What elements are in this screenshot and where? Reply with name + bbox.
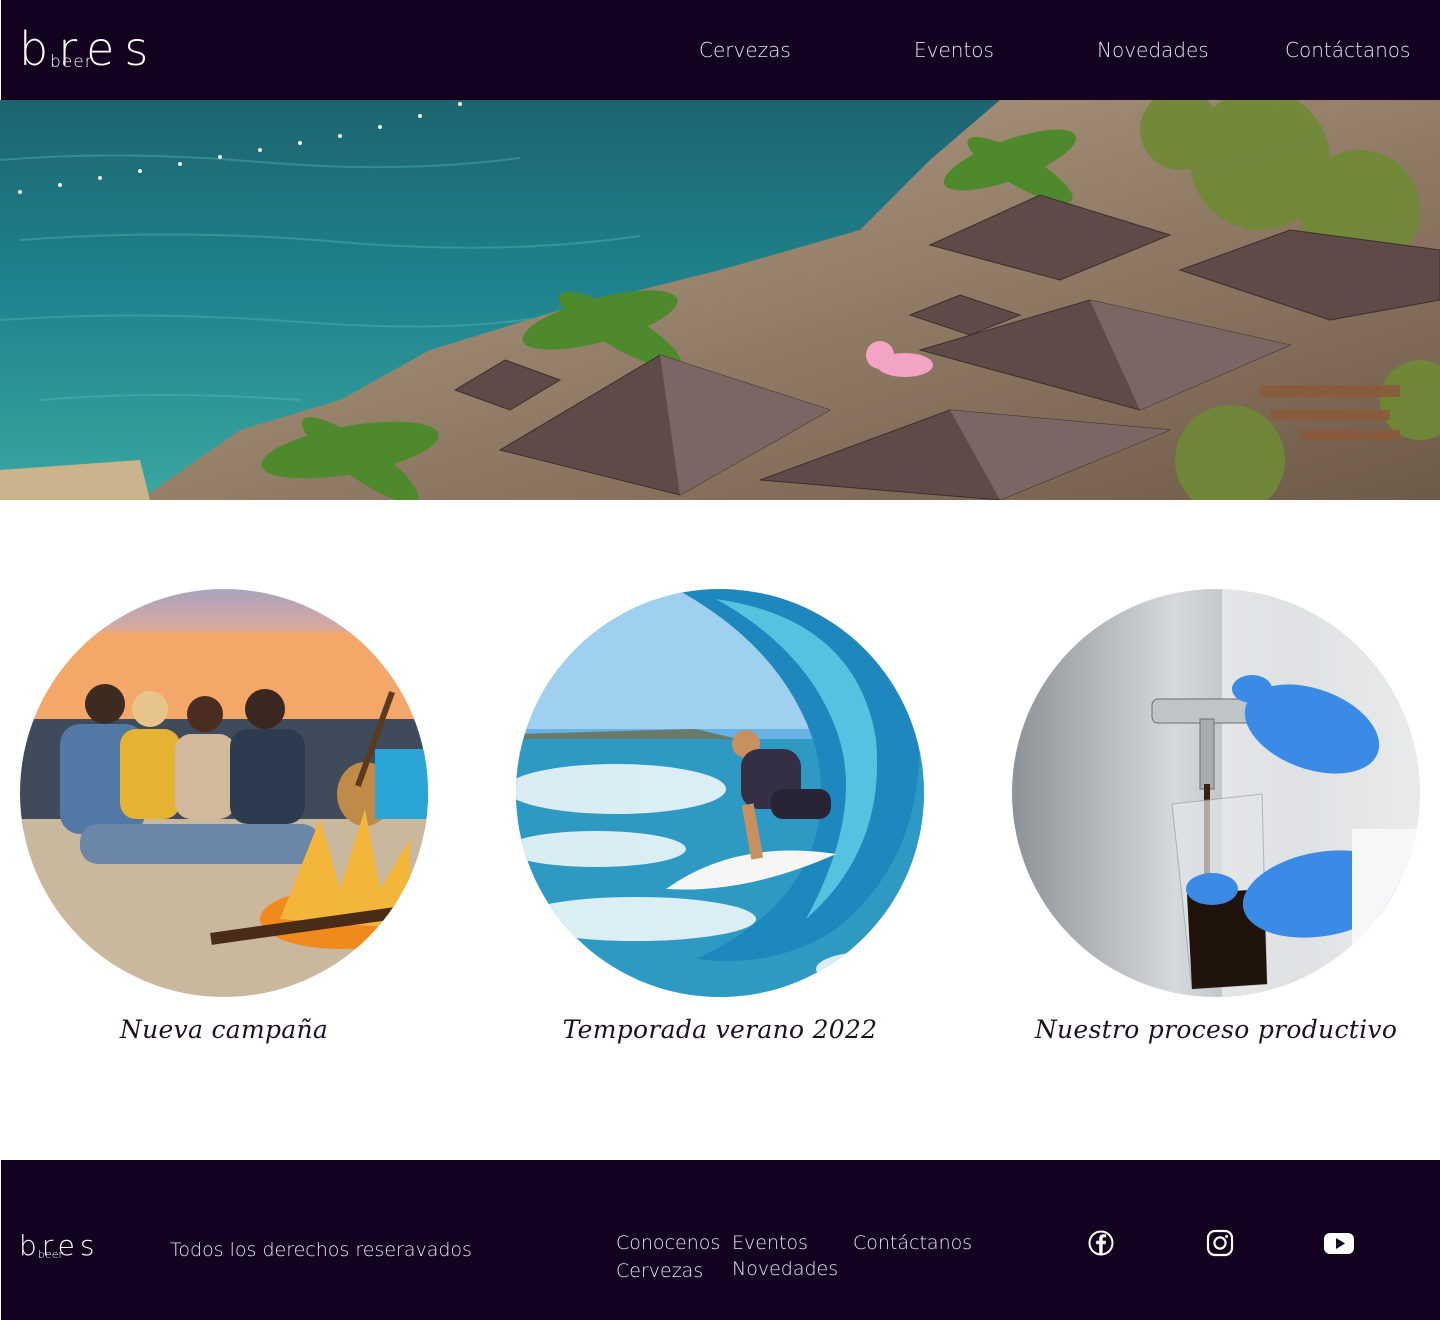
- facebook-icon[interactable]: [1086, 1228, 1116, 1258]
- beer-tap-image: [1012, 589, 1420, 997]
- copyright-text: Todos los derechos reseravados: [170, 1239, 472, 1261]
- footer-brand-logo[interactable]: bres beer: [19, 1232, 119, 1262]
- nav-eventos[interactable]: Eventos: [914, 38, 994, 62]
- instagram-icon[interactable]: [1205, 1228, 1235, 1258]
- footer-link-conocenos[interactable]: Conocenos: [616, 1231, 720, 1255]
- card-nueva-campana[interactable]: Nueva campaña: [20, 589, 428, 1044]
- card-proceso-productivo[interactable]: Nuestro proceso productivo: [1012, 589, 1420, 1044]
- surfer-wave-image: [516, 589, 924, 997]
- brand-sub: beer: [38, 1248, 64, 1261]
- campfire-friends-image: [20, 589, 428, 997]
- nav-novedades[interactable]: Novedades: [1097, 38, 1209, 62]
- brand-logo[interactable]: bres beer: [19, 26, 179, 74]
- site-footer: bres beer Todos los derechos reseravados…: [1, 1160, 1440, 1320]
- nav-contactanos[interactable]: Contáctanos: [1285, 38, 1410, 62]
- beach-umbrellas-illustration: [0, 100, 1440, 500]
- footer-link-cervezas[interactable]: Cervezas: [616, 1259, 703, 1283]
- brand-name: bres: [19, 1229, 100, 1262]
- card-caption: Temporada verano 2022: [562, 1015, 878, 1044]
- footer-link-contactanos[interactable]: Contáctanos: [853, 1231, 972, 1255]
- footer-link-eventos[interactable]: Eventos: [732, 1231, 808, 1255]
- card-caption: Nuestro proceso productivo: [1034, 1015, 1398, 1044]
- brand-name: bres: [19, 22, 159, 76]
- youtube-icon[interactable]: [1323, 1228, 1354, 1258]
- nav-cervezas[interactable]: Cervezas: [699, 38, 791, 62]
- site-header: bres beer Cervezas Eventos Novedades Con…: [1, 0, 1440, 100]
- card-caption: Nueva campaña: [119, 1015, 329, 1044]
- brand-sub: beer: [50, 52, 93, 72]
- hero-banner-image: [0, 100, 1440, 500]
- footer-link-novedades[interactable]: Novedades: [732, 1257, 838, 1281]
- card-temporada-verano[interactable]: Temporada verano 2022: [516, 589, 924, 1044]
